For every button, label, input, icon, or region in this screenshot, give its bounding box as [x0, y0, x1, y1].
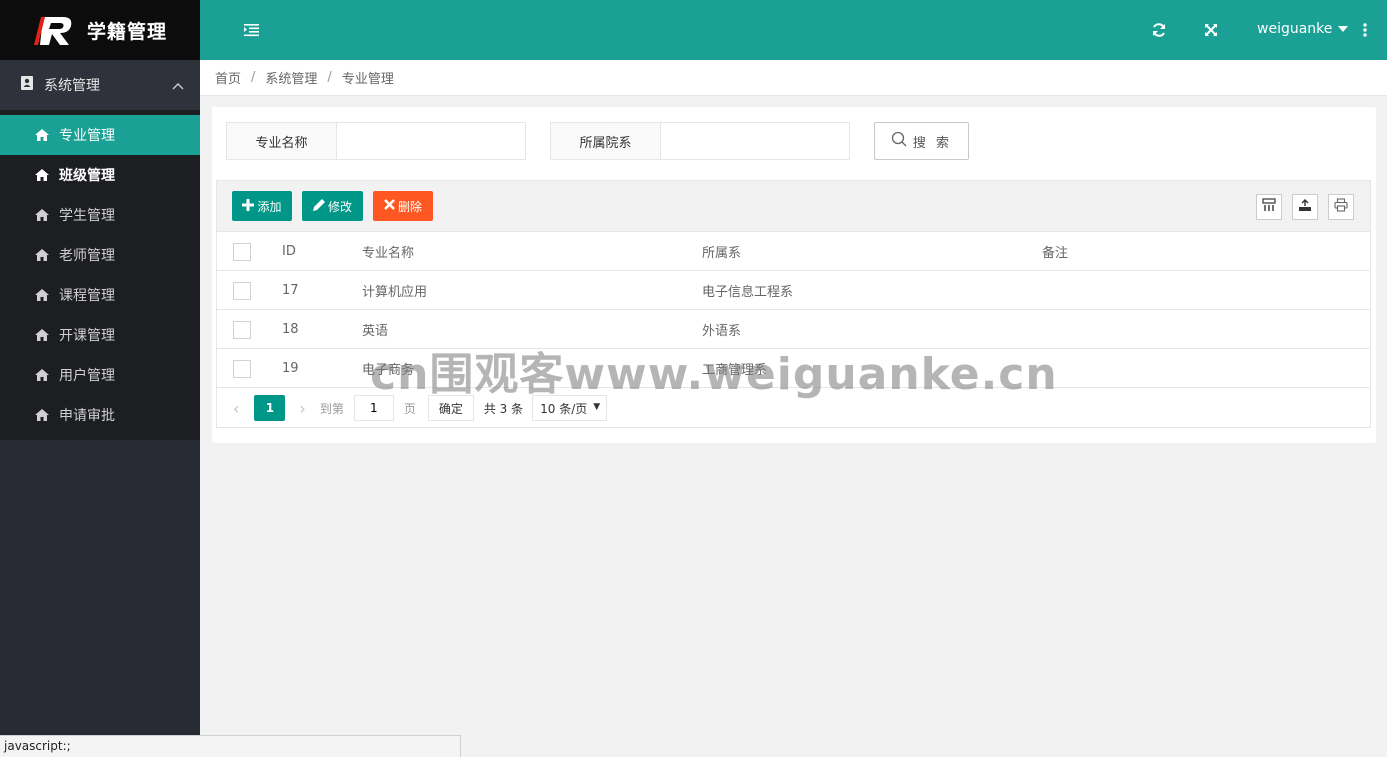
add-label: 添加: [257, 199, 282, 214]
breadcrumb-system[interactable]: 系统管理: [265, 68, 317, 87]
username: weiguanke: [1257, 21, 1333, 37]
sidebar-item-label: 用户管理: [59, 368, 115, 384]
caret-down-icon: [1338, 26, 1349, 32]
cell-name: 计算机应用: [362, 284, 428, 300]
row-checkbox[interactable]: [233, 282, 251, 300]
sidebar: 学籍管理 系统管理 专业管理 班级管理 学生管理 老师管理 课程管理 开课管理 …: [0, 0, 200, 757]
plus-icon: [242, 198, 255, 214]
close-icon: [384, 199, 395, 213]
sidebar-item-class[interactable]: 班级管理: [0, 155, 200, 195]
nav-group-label: 系统管理: [44, 78, 100, 94]
table-toolbar: 添加 修改 删除: [217, 181, 1370, 232]
page-size-value: 10 条/页: [540, 401, 588, 416]
columns-icon: [1262, 198, 1276, 216]
export-button[interactable]: [1292, 194, 1318, 220]
search-icon: [891, 131, 907, 151]
edit-button[interactable]: 修改: [302, 191, 363, 221]
sidebar-item-label: 专业管理: [59, 128, 115, 144]
chevron-up-icon: [172, 78, 184, 94]
logo[interactable]: 学籍管理: [0, 0, 200, 60]
nav-group-system[interactable]: 系统管理: [0, 60, 200, 110]
breadcrumb: 首页 / 系统管理 / 专业管理: [200, 60, 1387, 96]
sidebar-item-student[interactable]: 学生管理: [0, 195, 200, 235]
major-name-input[interactable]: [337, 123, 525, 159]
menu-toggle-icon[interactable]: [244, 23, 260, 41]
department-field: 所属院系: [550, 122, 850, 160]
print-icon: [1334, 198, 1348, 216]
column-header-id[interactable]: ID: [282, 232, 296, 270]
edit-label: 修改: [327, 199, 352, 214]
chevron-right-icon[interactable]: ›: [299, 399, 305, 418]
print-button[interactable]: [1328, 194, 1354, 220]
column-header-dept[interactable]: 所属系: [702, 232, 741, 270]
home-icon: [35, 209, 49, 221]
page-current[interactable]: 1: [254, 395, 286, 421]
search-button[interactable]: 搜 索: [874, 122, 969, 160]
select-all-checkbox[interactable]: [233, 243, 251, 261]
breadcrumb-separator: /: [251, 70, 256, 85]
goto-label: 到第: [319, 401, 344, 416]
home-icon: [35, 169, 49, 181]
cell-id: 17: [282, 282, 299, 298]
status-bar: javascript:;: [0, 735, 461, 757]
breadcrumb-current: 专业管理: [341, 72, 394, 87]
more-vertical-icon[interactable]: [1363, 23, 1367, 41]
major-name-field: 专业名称: [226, 122, 526, 160]
chevron-left-icon[interactable]: ‹: [233, 399, 239, 418]
refresh-icon[interactable]: [1152, 23, 1166, 41]
search-form: 专业名称 所属院系 搜 索: [226, 122, 969, 160]
delete-button[interactable]: 删除: [373, 191, 433, 221]
sidebar-item-label: 老师管理: [59, 248, 115, 264]
sidebar-item-label: 开课管理: [59, 328, 115, 344]
column-header-name[interactable]: 专业名称: [362, 232, 414, 270]
logo-icon: [33, 13, 75, 47]
field-label: 专业名称: [227, 123, 337, 159]
sidebar-item-teacher[interactable]: 老师管理: [0, 235, 200, 275]
sidebar-item-major[interactable]: 专业管理: [0, 115, 200, 155]
nav-submenu: 专业管理 班级管理 学生管理 老师管理 课程管理 开课管理 用户管理 申请审批: [0, 110, 200, 440]
sidebar-item-approval[interactable]: 申请审批: [0, 395, 200, 435]
breadcrumb-separator: /: [327, 70, 332, 85]
sidebar-item-course[interactable]: 课程管理: [0, 275, 200, 315]
home-icon: [35, 329, 49, 341]
home-icon: [35, 129, 49, 141]
cell-id: 19: [282, 360, 299, 376]
row-checkbox[interactable]: [233, 360, 251, 378]
watermark: cn围观客www.weiguanke.cn: [370, 349, 1058, 400]
field-label: 所属院系: [551, 123, 661, 159]
sidebar-item-user[interactable]: 用户管理: [0, 355, 200, 395]
user-menu[interactable]: weiguanke: [1257, 21, 1349, 37]
add-button[interactable]: 添加: [232, 191, 292, 221]
pencil-icon: [312, 198, 325, 214]
fullscreen-icon[interactable]: [1204, 23, 1218, 41]
app-title: 学籍管理: [87, 20, 168, 43]
delete-label: 删除: [397, 199, 422, 214]
home-icon: [35, 289, 49, 301]
sidebar-item-label: 课程管理: [59, 288, 115, 304]
home-icon: [35, 409, 49, 421]
cell-dept: 电子信息工程系: [702, 284, 794, 300]
table-row[interactable]: 17 计算机应用 电子信息工程系: [217, 271, 1370, 310]
sidebar-item-label: 申请审批: [59, 408, 115, 424]
total-count: 共 3 条: [483, 401, 524, 416]
search-button-label: 搜 索: [912, 135, 953, 151]
home-icon: [35, 249, 49, 261]
top-header: weiguanke: [200, 0, 1387, 60]
page-suffix-label: 页: [403, 401, 416, 416]
sidebar-item-label: 学生管理: [59, 208, 115, 224]
columns-filter-button[interactable]: [1256, 194, 1282, 220]
column-header-note[interactable]: 备注: [1042, 232, 1068, 270]
table-header: ID 专业名称 所属系 备注: [217, 232, 1370, 271]
row-checkbox[interactable]: [233, 321, 251, 339]
contact-book-icon: [20, 76, 34, 94]
sidebar-item-label: 班级管理: [59, 168, 115, 184]
export-icon: [1298, 198, 1312, 216]
sidebar-item-open-course[interactable]: 开课管理: [0, 315, 200, 355]
breadcrumb-home[interactable]: 首页: [215, 68, 241, 87]
home-icon: [35, 369, 49, 381]
dropdown-arrow-icon: ▼: [593, 402, 601, 412]
cell-id: 18: [282, 321, 299, 337]
department-input[interactable]: [661, 123, 849, 159]
